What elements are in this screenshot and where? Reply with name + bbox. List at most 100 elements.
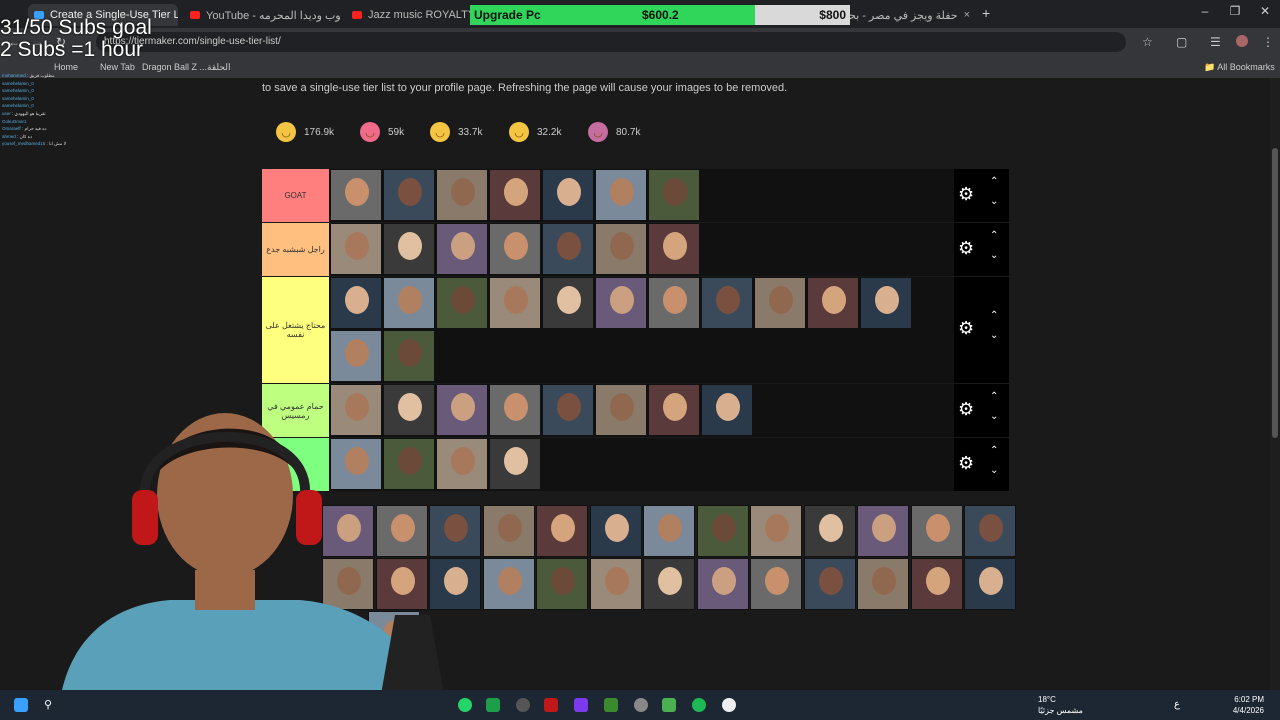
gear-icon[interactable]: ⚙ xyxy=(958,238,974,259)
tab-jazz[interactable]: Jazz music ROYALTY FREE Bac xyxy=(346,4,470,26)
tier-item-image[interactable] xyxy=(330,169,382,221)
tier-item-image[interactable] xyxy=(489,438,541,490)
gear-icon[interactable]: ⚙ xyxy=(958,318,974,339)
pool-item-image[interactable] xyxy=(322,558,374,610)
pool-item-image[interactable] xyxy=(429,558,481,610)
pool-item-image[interactable] xyxy=(536,505,588,557)
search-icon[interactable]: ⚲ xyxy=(44,698,58,712)
pool-item-image[interactable] xyxy=(910,558,963,610)
tier-item-image[interactable] xyxy=(648,384,700,436)
chevron-up-icon[interactable]: ⌃ xyxy=(990,176,998,187)
minimize-icon[interactable]: – xyxy=(1190,4,1220,18)
tier-item-image[interactable] xyxy=(648,223,700,275)
tier-label[interactable]: محتاج يشتغل على نفسه xyxy=(262,277,329,383)
bookmark-new-tab[interactable]: New Tab xyxy=(100,62,135,72)
taskbar-clock[interactable]: 6:02 PM 4/4/2026 xyxy=(1233,694,1264,716)
reaction-heart-eyes[interactable]: ◡ 59k xyxy=(360,122,404,142)
tier-item-image[interactable] xyxy=(648,277,700,329)
notepad-icon[interactable] xyxy=(662,698,676,712)
pool-item-image[interactable] xyxy=(375,558,428,610)
avatar[interactable] xyxy=(1236,35,1248,47)
pool-item-image[interactable] xyxy=(803,558,856,610)
tier-item-image[interactable] xyxy=(436,277,488,329)
pool-item-image[interactable] xyxy=(964,505,1016,557)
tier-item-image[interactable] xyxy=(701,277,753,329)
chevron-down-icon[interactable]: ⌄ xyxy=(990,465,998,476)
tier-item-image[interactable] xyxy=(542,384,594,436)
chevron-down-icon[interactable]: ⌄ xyxy=(990,411,998,422)
tier-item-image[interactable] xyxy=(542,169,594,221)
tier-item-image[interactable] xyxy=(383,169,435,221)
new-tab-button[interactable]: + xyxy=(982,5,990,21)
tier-item-image[interactable] xyxy=(330,384,382,436)
pool-item-image[interactable] xyxy=(589,505,642,557)
scrollbar[interactable] xyxy=(1270,78,1280,690)
tier-item-image[interactable] xyxy=(542,277,594,329)
tier-item-image[interactable] xyxy=(489,277,541,329)
reaction-clap[interactable]: ◡ 32.2k xyxy=(509,122,561,142)
media-icon[interactable]: ☰ xyxy=(1210,35,1221,49)
tier-item-image[interactable] xyxy=(489,223,541,275)
tier-label[interactable]: حمام عمومي في رمسيس xyxy=(262,384,329,437)
tier-item-image[interactable] xyxy=(595,277,647,329)
pool-item-image[interactable] xyxy=(643,505,695,557)
tier-item-image[interactable] xyxy=(436,384,488,436)
bookmark-star-icon[interactable]: ☆ xyxy=(1142,35,1153,49)
tier-label[interactable]: GOAT xyxy=(262,169,329,222)
pool-item-image[interactable] xyxy=(910,505,963,557)
tier-item-image[interactable] xyxy=(489,384,541,436)
gear-icon[interactable]: ⚙ xyxy=(958,453,974,474)
reaction-poop[interactable]: ◡ 80.7k xyxy=(588,122,640,142)
tier-label[interactable]: راجل شبشبه جدع xyxy=(262,223,329,276)
tab-google-search[interactable]: حفلة ويجز في مصر - بحث Google × xyxy=(850,4,976,26)
close-icon[interactable]: × xyxy=(958,9,970,21)
tier-item-image[interactable] xyxy=(595,384,647,436)
tier-item-image[interactable] xyxy=(383,330,435,382)
pool-item-image[interactable] xyxy=(482,505,535,557)
close-window-icon[interactable]: ✕ xyxy=(1250,4,1280,18)
language-indicator[interactable]: ع xyxy=(1174,699,1180,710)
settings-icon[interactable] xyxy=(634,698,648,712)
url-input[interactable]: https://tiermaker.com/single-use-tier-li… xyxy=(96,32,1126,52)
all-bookmarks[interactable]: 📁 All Bookmarks xyxy=(1204,62,1275,73)
tier-item-image[interactable] xyxy=(383,277,435,329)
tier-item-image[interactable] xyxy=(436,169,488,221)
tier-item-image[interactable] xyxy=(701,384,753,436)
gear-icon[interactable]: ⚙ xyxy=(958,399,974,420)
pool-item-image[interactable] xyxy=(368,611,420,663)
app-icon[interactable] xyxy=(574,698,588,712)
tier-item-image[interactable] xyxy=(330,277,382,329)
media-player-icon[interactable] xyxy=(722,698,736,712)
pool-item-image[interactable] xyxy=(750,505,802,557)
bookmark-home[interactable]: Home xyxy=(54,62,78,72)
pool-item-image[interactable] xyxy=(429,505,481,557)
pool-item-image[interactable] xyxy=(803,505,856,557)
gear-icon[interactable]: ⚙ xyxy=(958,184,974,205)
excel-icon[interactable] xyxy=(486,698,500,712)
scrollbar-thumb[interactable] xyxy=(1272,148,1278,438)
tier-item-image[interactable] xyxy=(648,169,700,221)
tier-item-image[interactable] xyxy=(383,438,435,490)
spotify-icon[interactable] xyxy=(692,698,706,712)
tier-item-image[interactable] xyxy=(807,277,859,329)
tier-item-image[interactable] xyxy=(489,169,541,221)
pool-item-image[interactable] xyxy=(857,505,909,557)
pool-item-image[interactable] xyxy=(482,558,535,610)
tier-item-image[interactable] xyxy=(436,438,488,490)
adobe-icon[interactable] xyxy=(544,698,558,712)
pool-item-image[interactable] xyxy=(322,505,374,557)
pool-item-image[interactable] xyxy=(375,505,428,557)
reaction-grin[interactable]: ◡ 33.7k xyxy=(430,122,482,142)
menu-icon[interactable]: ⋮ xyxy=(1262,35,1274,49)
pool-item-image[interactable] xyxy=(696,558,749,610)
tier-item-image[interactable] xyxy=(330,330,382,382)
chevron-down-icon[interactable]: ⌄ xyxy=(990,250,998,261)
tier-item-image[interactable] xyxy=(383,384,435,436)
reaction-laugh[interactable]: ◡ 176.9k xyxy=(276,122,334,142)
start-icon[interactable] xyxy=(14,698,28,712)
tier-item-image[interactable] xyxy=(754,277,806,329)
tier-item-image[interactable] xyxy=(330,223,382,275)
chevron-down-icon[interactable]: ⌄ xyxy=(990,196,998,207)
extensions-icon[interactable]: ▢ xyxy=(1176,35,1187,49)
pool-item-image[interactable] xyxy=(964,558,1016,610)
